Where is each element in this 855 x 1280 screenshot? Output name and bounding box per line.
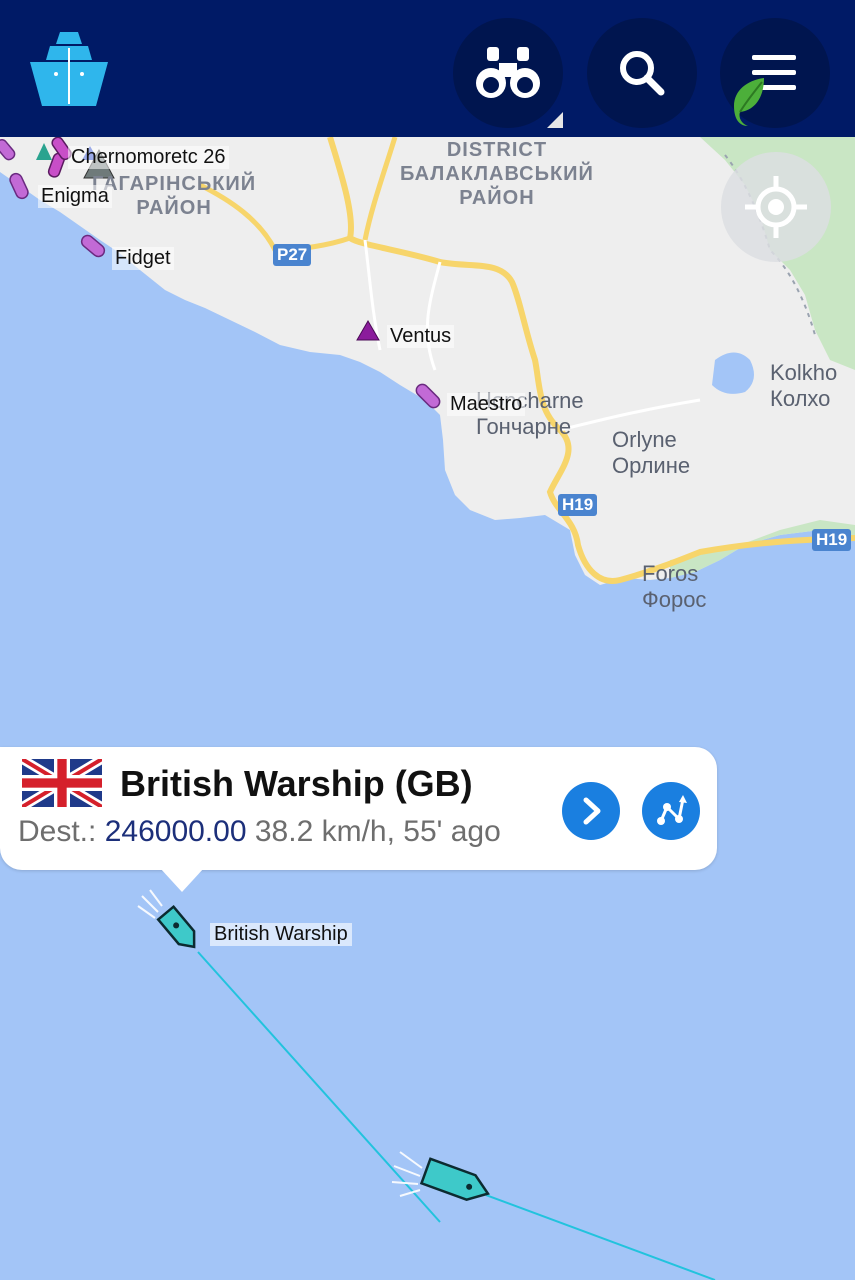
vessel-details-button[interactable]: [562, 782, 620, 840]
vessel-label-fidget[interactable]: Fidget: [112, 247, 174, 270]
district-line: DISTRICT: [446, 139, 548, 161]
place-cyrillic: Гончарне: [476, 414, 572, 439]
district-line: ГАГАРІНСЬКИЙ: [92, 173, 257, 195]
vessel-title: British Warship (GB): [120, 763, 473, 804]
place-label-kolkho: Kolkho Колхо: [770, 360, 837, 412]
leaf-icon: [734, 78, 764, 126]
district-line: РАЙОН: [459, 187, 535, 209]
vessel-track-button[interactable]: [642, 782, 700, 840]
road-shield-h19: H19: [558, 494, 598, 516]
ship-logo-icon[interactable]: [26, 30, 112, 110]
vessel-label-chernomoretc[interactable]: Chernomoretc 26: [68, 146, 229, 169]
vessel-label-ventus[interactable]: Ventus: [387, 325, 455, 348]
crosshair-icon: [745, 176, 807, 238]
vessel-label-maestro[interactable]: Maestro: [447, 393, 526, 416]
dest-value: 246000.00: [104, 815, 247, 848]
place-cyrillic: Форос: [642, 587, 707, 612]
place-label-orlyne: Orlyne Орлине: [612, 427, 690, 479]
place-cyrillic: Колхо: [770, 386, 831, 411]
place-latin: Orlyne: [612, 427, 677, 452]
chevron-right-icon: [583, 797, 601, 825]
place-cyrillic: Орлине: [612, 453, 691, 478]
district-label-gagarin: ГАГАРІНСЬКИЙ РАЙОН: [92, 172, 256, 220]
search-icon: [620, 51, 665, 96]
track-route-icon: [657, 795, 687, 825]
road-shield-h19-east: H19: [812, 529, 852, 551]
vessel-info-popup[interactable]: British Warship (GB) Dest.: 246000.00 38…: [0, 747, 717, 870]
dest-label: Dest.:: [18, 815, 97, 848]
vessel-info-line: Dest.: 246000.00 38.2 km/h, 55' ago: [18, 815, 501, 849]
top-app-bar: [0, 0, 855, 137]
uk-flag-icon: [22, 759, 102, 807]
road-shield-p27: P27: [273, 244, 312, 266]
search-button[interactable]: [587, 18, 697, 128]
vessel-label-british-warship[interactable]: British Warship: [210, 923, 352, 946]
menu-button[interactable]: [720, 18, 830, 128]
binoculars-icon: [476, 47, 540, 98]
locate-me-button[interactable]: [721, 152, 831, 262]
speed-age: 38.2 km/h, 55' ago: [254, 815, 501, 848]
binoculars-button[interactable]: [453, 18, 563, 128]
popup-pointer: [160, 868, 204, 892]
place-latin: Kolkho: [770, 360, 838, 385]
district-line: БАЛАКЛАВСЬКИЙ: [400, 163, 594, 185]
district-label-balaklava: DISTRICT БАЛАКЛАВСЬКИЙ РАЙОН: [400, 138, 594, 210]
place-latin: Foros: [642, 561, 699, 586]
vessel-label-enigma[interactable]: Enigma: [38, 185, 112, 208]
district-line: РАЙОН: [136, 197, 212, 219]
lake: [712, 352, 754, 394]
place-label-foros: Foros Форос: [642, 561, 706, 613]
dropdown-corner-icon: [547, 112, 563, 128]
